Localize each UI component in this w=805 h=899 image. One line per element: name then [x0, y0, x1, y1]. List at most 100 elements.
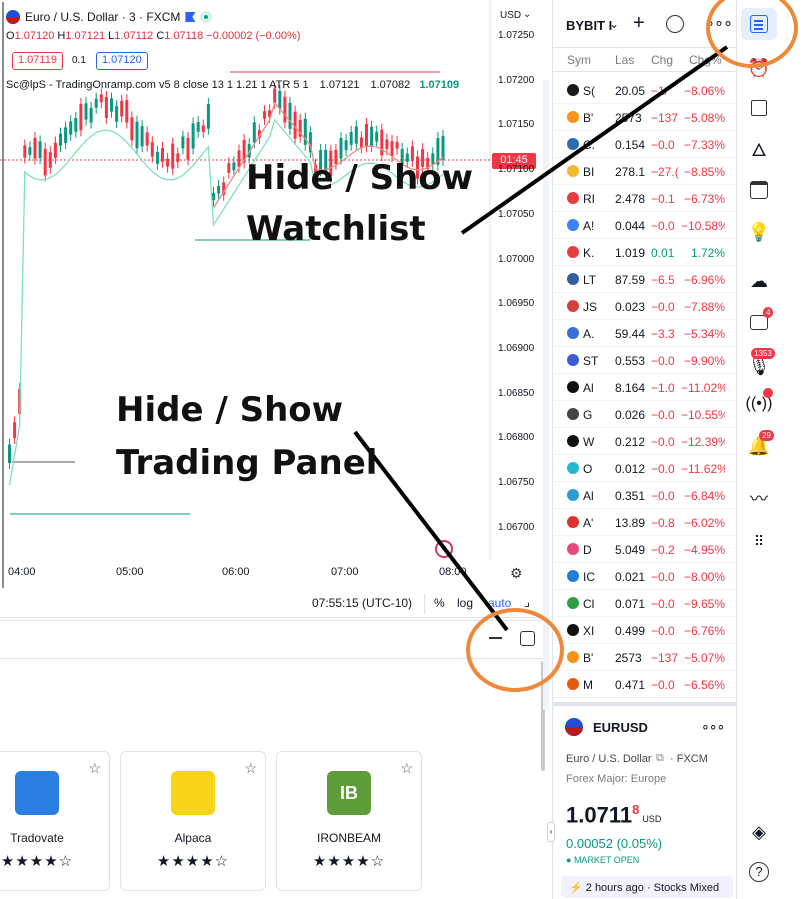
candle-body	[186, 138, 190, 160]
candle-body	[217, 185, 221, 194]
candle-body	[365, 124, 368, 147]
watchlist-cell-last: 2573	[615, 111, 642, 125]
watchlist-row[interactable]: B' 2573 −137 −5.08%	[553, 104, 736, 131]
calendar-button[interactable]	[741, 174, 777, 206]
messages-button[interactable]: 4	[741, 306, 777, 338]
hotlists-button[interactable]: 🜂	[741, 132, 777, 164]
details-more-icon[interactable]: ∘∘∘	[701, 718, 725, 735]
watchlist-row[interactable]: C. 0.154 −0.0 −7.33%	[553, 131, 736, 158]
watchlist-row[interactable]: Al 8.164 −1.0 −11.02%	[553, 374, 736, 401]
object-tree-icon	[751, 100, 767, 116]
watchlist-row[interactable]: JS 0.023 −0.0 −7.88%	[553, 293, 736, 320]
advanced-view-icon[interactable]	[666, 15, 684, 33]
price-axis-label: 1.06850	[498, 387, 535, 399]
settings-gear-icon[interactable]: ⚙	[510, 565, 523, 582]
alarm-clock-button[interactable]: ⏰	[741, 52, 777, 84]
currency-label[interactable]: USD	[500, 10, 521, 21]
minimize-panel-icon[interactable]	[489, 637, 502, 639]
watchlist-row[interactable]: M 0.471 −0.0 −6.56%	[553, 671, 736, 698]
candle-body	[104, 96, 108, 118]
watchlist-cell-last: 87.59	[615, 273, 645, 287]
timezone-clock[interactable]: 07:55:15 (UTC-10)	[312, 596, 412, 610]
news-item[interactable]: ⚡ 2 hours ago · Stocks Mixed	[561, 876, 733, 898]
chart-area[interactable]: Euro / U.S. Dollar · 3 · FXCM USD ⌄ O1.0…	[0, 0, 548, 590]
buy-price-button[interactable]: 1.07120	[96, 52, 148, 70]
dom-button[interactable]: ⠿	[741, 525, 777, 557]
watchlist-scrollbar[interactable]	[543, 80, 549, 710]
alerts-button[interactable]: 🔔 29	[741, 430, 777, 462]
watchlist-row[interactable]: RI 2.478 −0.1 −6.73%	[553, 185, 736, 212]
candle-body	[181, 136, 185, 149]
ideas-button[interactable]: 💡	[741, 216, 777, 248]
details-symbol[interactable]: EURUSD	[593, 720, 648, 735]
chats-button[interactable]: ☁	[741, 265, 777, 297]
broker-card[interactable]: IB ☆ IRONBEAM ★★★★☆	[276, 751, 422, 891]
external-link-icon[interactable]: ⧉	[656, 752, 664, 765]
indicator-legend[interactable]: Sc@lpS - TradingOnramp.com v5 8 close 13…	[6, 79, 459, 91]
watchlist-toggle-button[interactable]	[741, 8, 777, 40]
watchlist-row[interactable]: LT 87.59 −6.5 −6.96%	[553, 266, 736, 293]
add-symbol-icon[interactable]: +	[633, 12, 645, 35]
column-symbol[interactable]: Sym	[567, 53, 591, 67]
fullscreen-corner-icon[interactable]: ⌟	[524, 594, 530, 610]
percent-toggle[interactable]: %	[434, 596, 445, 610]
auto-toggle[interactable]: auto	[488, 596, 511, 610]
sell-price-button[interactable]: 1.07119	[12, 52, 63, 70]
watchlist-cell-sym: BI	[583, 165, 595, 179]
column-last[interactable]: Las	[615, 53, 634, 67]
candle-body	[232, 162, 236, 171]
watchlist-row[interactable]: B' 2573 −137 −5.07%	[553, 644, 736, 671]
watchlist-chevron-icon[interactable]: ⌄	[609, 17, 619, 31]
watchlist-cell-last: 0.499	[615, 624, 645, 638]
price-axis-label: 1.06950	[498, 298, 535, 310]
more-options-icon[interactable]: ∘∘∘	[705, 13, 733, 33]
broadcast-button[interactable]: ((•))	[741, 388, 777, 420]
watchlist-cell-pct: −5.34%	[683, 327, 725, 341]
watchlist-row[interactable]: IC 0.021 −0.0 −8.00%	[553, 563, 736, 590]
watchlist-row[interactable]: Cl 0.071 −0.0 −9.65%	[553, 590, 736, 617]
watchlist-row[interactable]: Al 0.351 −0.0 −6.84%	[553, 482, 736, 509]
watchlist-row[interactable]: G 0.026 −0.0 −10.55%	[553, 401, 736, 428]
watchlist-row[interactable]: ST 0.553 −0.0 −9.90%	[553, 347, 736, 374]
coin-icon	[567, 408, 579, 420]
object-tree-button[interactable]	[741, 92, 777, 124]
column-change[interactable]: Chg	[651, 53, 673, 67]
trend-button[interactable]: 〰	[741, 482, 777, 514]
maximize-panel-icon[interactable]	[520, 631, 535, 646]
candle-body	[125, 100, 129, 123]
watchlist-row[interactable]: A' 13.89 −0.8 −6.02%	[553, 509, 736, 536]
watchlist-row[interactable]: S(20.05 −1/ −8.06%	[553, 77, 736, 104]
watchlist-cell-sym: Cl	[583, 597, 595, 611]
watchlist-row[interactable]: A! 0.044 −0.0 −10.58%	[553, 212, 736, 239]
collapse-handle-icon[interactable]: ›	[547, 822, 555, 842]
watchlist-cell-chg: −0.2	[651, 543, 675, 557]
watchlist-panel: BYBIT I ⌄ + ∘∘∘ Sym Las Chg Chg% S(20.05…	[543, 0, 736, 899]
watchlist-selector[interactable]: BYBIT I	[566, 18, 612, 33]
streams-button[interactable]: 🎙 1353	[741, 348, 777, 382]
flag-icon[interactable]	[185, 12, 196, 22]
watchlist-row[interactable]: K. 1.019 0.01 1.72%	[553, 239, 736, 266]
broker-card[interactable]: ☆ Alpaca ★★★★☆	[120, 751, 266, 891]
watchlist-row[interactable]: W 0.212 −0.0 −12.39%	[553, 428, 736, 455]
candle-body	[140, 126, 144, 147]
layers-button[interactable]: ◈	[741, 816, 777, 848]
favorite-star-icon[interactable]: ☆	[244, 760, 257, 777]
watchlist-row[interactable]: D 5.049 −0.2 −4.95%	[553, 536, 736, 563]
favorite-star-icon[interactable]: ☆	[88, 760, 101, 777]
favorite-star-icon[interactable]: ☆	[400, 760, 413, 777]
watchlist-row[interactable]: BI 278.1 −27.(−8.85%	[553, 158, 736, 185]
alerts-badge: 29	[759, 430, 774, 441]
app-root: Euro / U.S. Dollar · 3 · FXCM USD ⌄ O1.0…	[0, 0, 805, 899]
column-change-pct[interactable]: Chg%	[689, 53, 722, 67]
help-button[interactable]: ?	[741, 856, 777, 888]
watchlist-row[interactable]: O 0.012 −0.0 −11.62%	[553, 455, 736, 482]
currency-chevron-icon[interactable]: ⌄	[523, 9, 531, 20]
watchlist-cell-last: 0.021	[615, 570, 645, 584]
log-toggle[interactable]: log	[457, 596, 473, 610]
watchlist-cell-sym: W	[583, 435, 595, 449]
broker-card[interactable]: ☆ Tradovate ★★★★☆	[0, 751, 110, 891]
symbol-legend[interactable]: Euro / U.S. Dollar · 3 · FXCM	[6, 10, 213, 24]
watchlist-row[interactable]: XI 0.499 −0.0 −6.76%	[553, 617, 736, 644]
market-status-badge: ● MARKET OPEN	[566, 855, 640, 865]
watchlist-row[interactable]: A. 59.44 −3.3 −5.34%	[553, 320, 736, 347]
